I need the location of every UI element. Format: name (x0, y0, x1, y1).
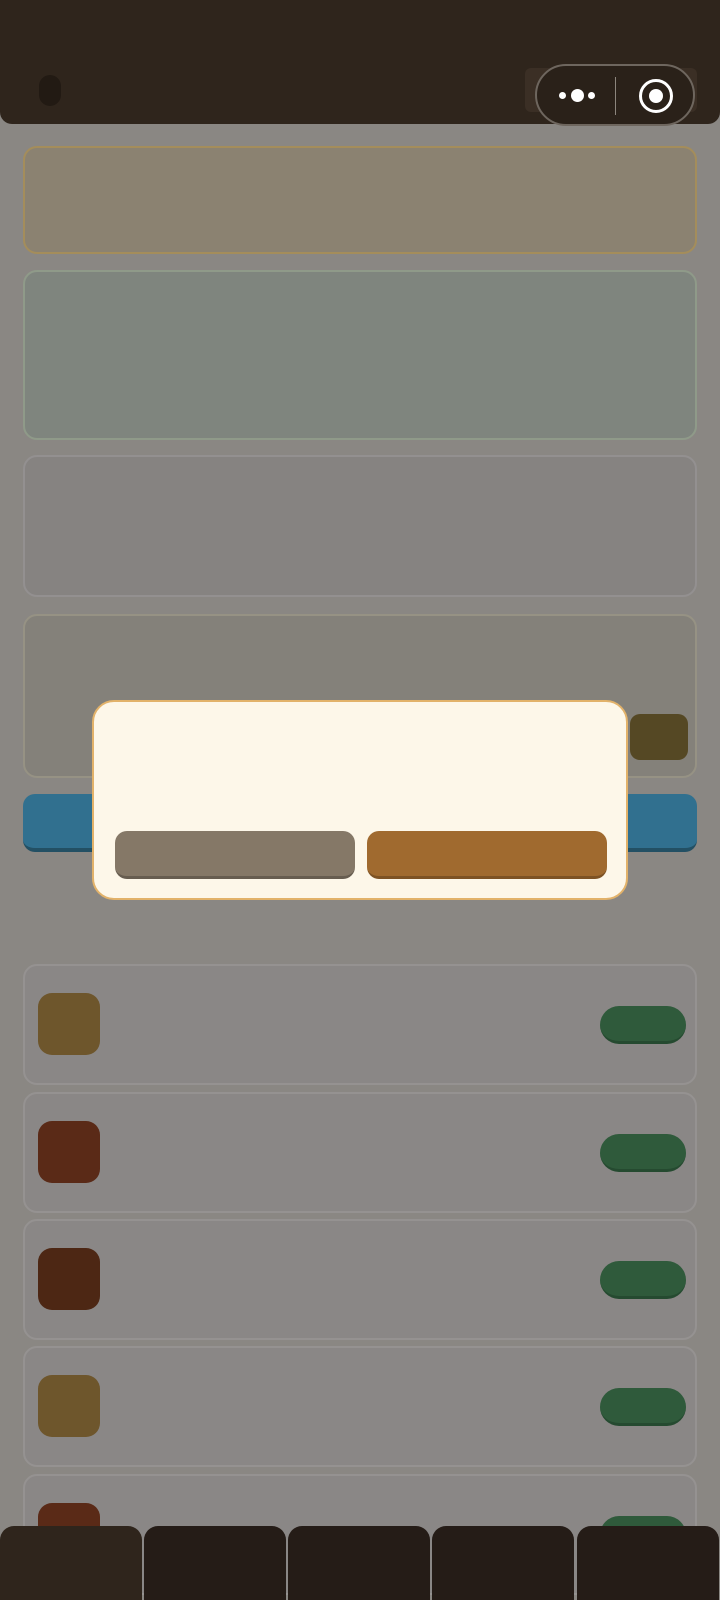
item-action-button[interactable] (600, 1134, 686, 1172)
back-icon[interactable] (39, 75, 61, 106)
item-action-button[interactable] (600, 1006, 686, 1044)
tab-3[interactable] (288, 1526, 430, 1600)
tab-1[interactable] (0, 1526, 142, 1600)
tab-2[interactable] (144, 1526, 286, 1600)
tab-5[interactable] (577, 1526, 719, 1600)
tab-4[interactable] (432, 1526, 574, 1600)
cancel-button[interactable] (115, 831, 355, 879)
card-action-button[interactable] (630, 714, 688, 760)
item-action-button[interactable] (600, 1388, 686, 1426)
mini-program-capsule (535, 64, 695, 126)
list-item (23, 964, 697, 1085)
bottom-tab-bar (0, 1526, 720, 1600)
info-card-top (23, 146, 697, 254)
list-item (23, 1092, 697, 1213)
item-action-button[interactable] (600, 1261, 686, 1299)
more-dots-icon[interactable] (557, 86, 597, 106)
confirm-button[interactable] (367, 831, 607, 879)
item-thumbnail (38, 1248, 100, 1310)
list-item (23, 1219, 697, 1340)
list-item (23, 1346, 697, 1467)
top-header (0, 0, 720, 126)
item-thumbnail (38, 1121, 100, 1183)
item-thumbnail (38, 1375, 100, 1437)
confirm-dialog (92, 700, 628, 900)
target-close-icon[interactable] (639, 79, 673, 113)
info-card-plain (23, 455, 697, 597)
capsule-divider (615, 77, 616, 115)
info-card-green (23, 270, 697, 440)
item-thumbnail (38, 993, 100, 1055)
